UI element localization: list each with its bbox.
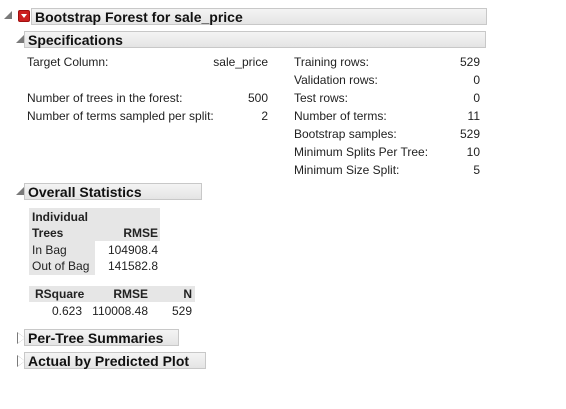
red-triangle-menu-icon[interactable] [18,10,30,22]
fit-table-value-rmse: 110008.48 [92,304,148,318]
spec-value-target-column: sale_price [213,55,268,69]
spec-value-bootstrap-samples: 529 [459,127,480,141]
spec-label-training-rows: Training rows: [294,55,369,69]
fit-table-header-n: N [183,287,192,301]
spec-label-terms-sampled: Number of terms sampled per split: [27,109,214,123]
fit-table-header-rmse: RMSE [113,287,148,301]
disclosure-open-icon[interactable] [4,11,12,19]
spec-label-number-of-terms: Number of terms: [294,109,387,123]
spec-value-min-size-split: 5 [473,163,480,177]
specifications-title-bar: Specifications [24,31,486,48]
actual-by-predicted-title: Actual by Predicted Plot [28,353,190,369]
fit-table-value-n: 529 [171,304,192,318]
spec-label-validation-rows: Validation rows: [294,73,378,87]
overall-statistics-title: Overall Statistics [28,184,142,200]
specifications-title: Specifications [28,32,123,48]
fit-table-header-rsquare: RSquare [35,287,85,301]
spec-label-trees: Number of trees in the forest: [27,91,183,105]
overall-statistics-disclosure-icon[interactable] [16,187,24,195]
spec-label-min-size-split: Minimum Size Split: [294,163,400,177]
specifications-disclosure-icon[interactable] [16,35,24,43]
spec-label-min-splits-per-tree: Minimum Splits Per Tree: [294,145,429,159]
per-tree-summaries-title: Per-Tree Summaries [28,330,164,346]
fit-table-value-rsquare: 0.623 [51,304,82,318]
trees-table-header-line1: Individual [32,210,89,224]
trees-table-row-label: Out of Bag [32,259,90,273]
spec-value-test-rows: 0 [473,91,480,105]
spec-label-test-rows: Test rows: [294,91,349,105]
spec-value-min-splits-per-tree: 10 [466,145,480,159]
spec-label-bootstrap-samples: Bootstrap samples: [294,127,397,141]
spec-value-number-of-terms: 11 [467,109,480,123]
spec-value-terms-sampled: 2 [261,109,268,123]
report-title-bar: Bootstrap Forest for sale_price [31,8,487,25]
trees-table-row-value: 141582.8 [107,259,158,273]
trees-table-row-label: In Bag [32,243,67,257]
report-title: Bootstrap Forest for sale_price [35,9,243,25]
overall-statistics-title-bar: Overall Statistics [24,183,202,200]
per-tree-summaries-title-bar[interactable]: Per-Tree Summaries [24,329,179,346]
trees-table-row-value: 104908.4 [107,243,158,257]
spec-value-validation-rows: 0 [473,73,480,87]
trees-table-header-rmse: RMSE [123,226,158,240]
spec-value-trees: 500 [247,91,268,105]
actual-by-predicted-title-bar[interactable]: Actual by Predicted Plot [24,352,206,369]
spec-label-target-column: Target Column: [27,55,109,69]
spec-value-training-rows: 529 [459,55,480,69]
trees-table-header-line2: Trees [32,226,64,240]
